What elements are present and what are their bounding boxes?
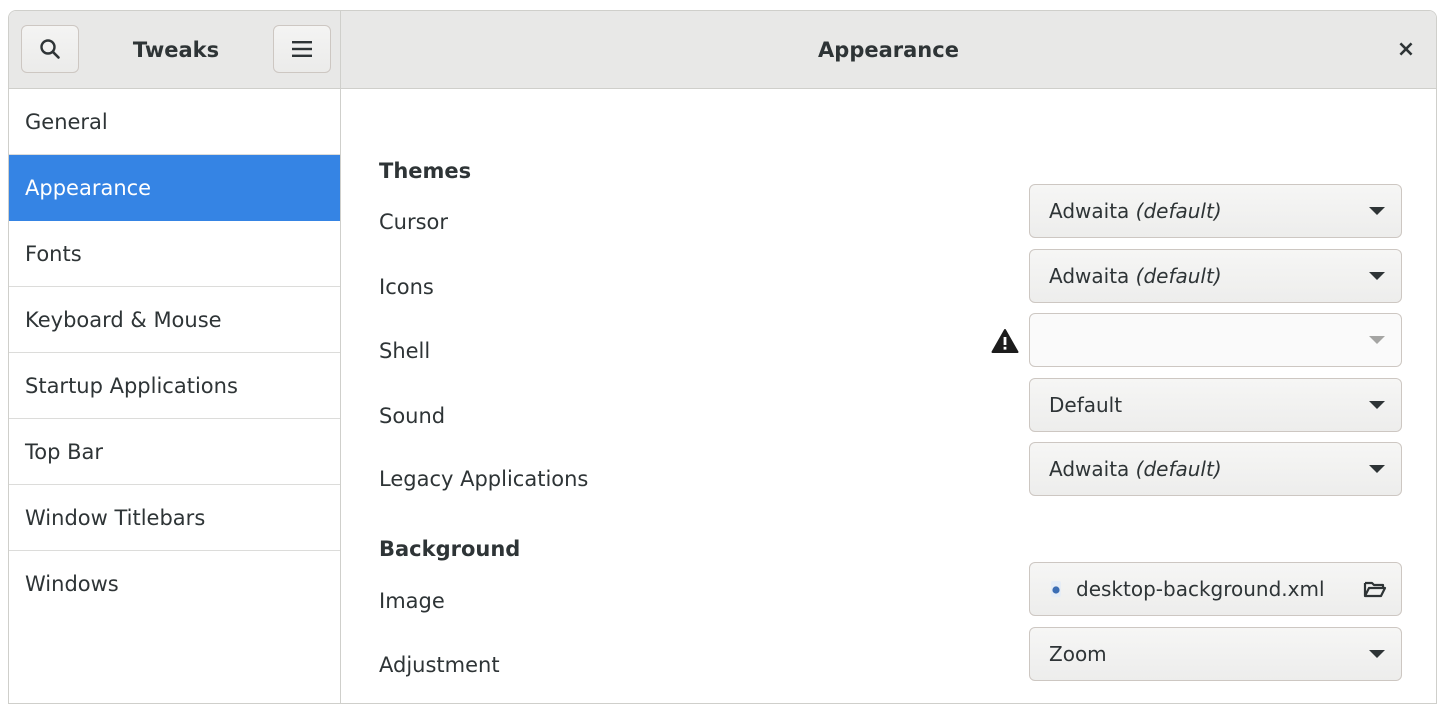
sidebar-item-label: Startup Applications <box>25 373 238 398</box>
legacy-applications-theme-combo[interactable]: Adwaita (default) <box>1029 442 1402 496</box>
page-title: Appearance <box>818 38 959 62</box>
chevron-down-icon <box>1369 401 1385 409</box>
search-button[interactable] <box>21 25 79 73</box>
background-heading: Background <box>379 537 521 561</box>
shell-label: Shell <box>379 339 431 363</box>
combo-value: Adwaita (default) <box>1049 199 1222 223</box>
main-menu-button[interactable] <box>273 25 331 73</box>
combo-value: Adwaita (default) <box>1049 457 1222 481</box>
sidebar-item-label: Window Titlebars <box>25 505 206 530</box>
close-icon: × <box>1396 36 1416 62</box>
close-button[interactable]: × <box>1390 33 1422 65</box>
sidebar-item-keyboard-mouse[interactable]: Keyboard & Mouse <box>9 287 340 353</box>
sidebar-item-label: Appearance <box>25 175 152 200</box>
appearance-panel: Themes Cursor Adwaita (default) Icons Ad… <box>341 89 1436 703</box>
chevron-down-icon <box>1369 336 1385 344</box>
legacy-applications-label: Legacy Applications <box>379 467 589 491</box>
content-headerbar: Appearance × <box>341 11 1436 89</box>
sidebar-item-fonts[interactable]: Fonts <box>9 221 340 287</box>
icons-theme-combo[interactable]: Adwaita (default) <box>1029 249 1402 303</box>
sidebar: General Appearance Fonts Keyboard & Mous… <box>9 89 341 703</box>
sound-theme-combo[interactable]: Default <box>1029 378 1402 432</box>
file-icon <box>1051 581 1061 597</box>
background-image-file-chooser[interactable]: desktop-background.xml <box>1029 562 1402 616</box>
adjustment-label: Adjustment <box>379 653 500 677</box>
cursor-theme-combo[interactable]: Adwaita (default) <box>1029 184 1402 238</box>
warning-icon <box>991 329 1019 353</box>
app-title: Tweaks <box>132 38 220 62</box>
file-chooser-value: desktop-background.xml <box>1076 577 1325 601</box>
sidebar-headerbar: Tweaks <box>9 11 341 89</box>
themes-heading: Themes <box>379 159 472 183</box>
sidebar-item-label: Top Bar <box>25 439 104 464</box>
chevron-down-icon <box>1369 650 1385 658</box>
hamburger-menu-icon <box>292 41 312 57</box>
icons-label: Icons <box>379 275 434 299</box>
sidebar-item-label: Windows <box>25 572 119 596</box>
combo-value: Default <box>1049 393 1123 417</box>
chevron-down-icon <box>1369 465 1385 473</box>
tweaks-window: Tweaks Appearance × General Appearance F… <box>8 10 1437 704</box>
sidebar-item-label: General <box>25 109 108 134</box>
sidebar-item-general[interactable]: General <box>9 89 340 155</box>
chevron-down-icon <box>1369 272 1385 280</box>
image-label: Image <box>379 589 445 613</box>
background-adjustment-combo[interactable]: Zoom <box>1029 627 1402 681</box>
sidebar-item-appearance[interactable]: Appearance <box>9 155 340 221</box>
shell-theme-combo[interactable] <box>1029 313 1402 367</box>
chevron-down-icon <box>1369 207 1385 215</box>
sidebar-item-top-bar[interactable]: Top Bar <box>9 419 340 485</box>
sidebar-item-label: Keyboard & Mouse <box>25 307 222 332</box>
sound-label: Sound <box>379 404 446 428</box>
sidebar-item-windows[interactable]: Windows <box>9 551 340 617</box>
cursor-label: Cursor <box>379 210 449 234</box>
sidebar-item-label: Fonts <box>25 241 82 266</box>
search-icon <box>40 39 60 59</box>
folder-open-icon <box>1363 581 1387 598</box>
sidebar-item-window-titlebars[interactable]: Window Titlebars <box>9 485 340 551</box>
sidebar-item-startup-applications[interactable]: Startup Applications <box>9 353 340 419</box>
combo-value: Zoom <box>1049 642 1107 666</box>
combo-value: Adwaita (default) <box>1049 264 1222 288</box>
